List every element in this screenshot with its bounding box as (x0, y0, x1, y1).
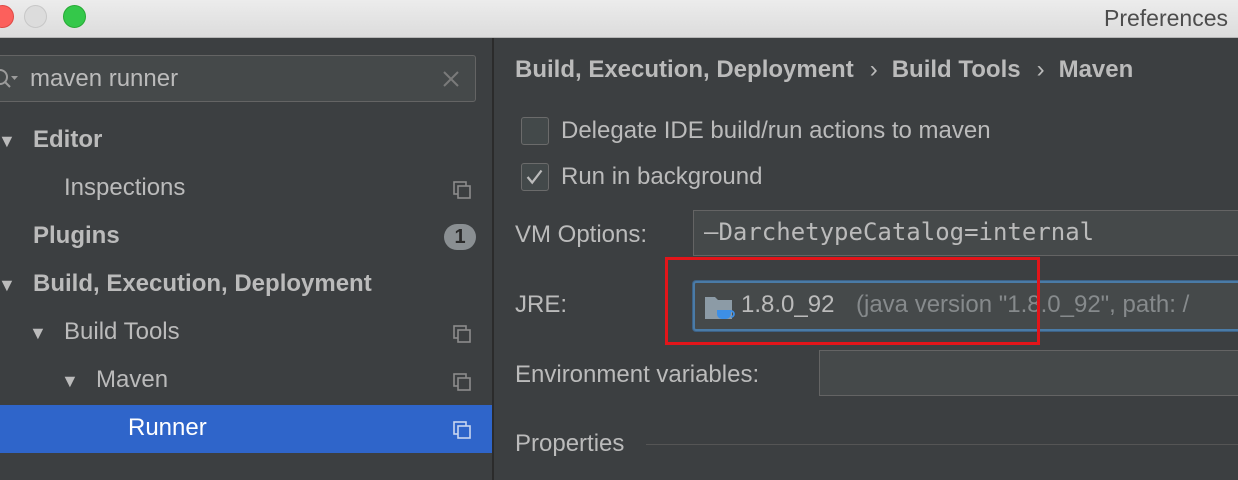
search-input[interactable] (30, 63, 425, 95)
jre-label: JRE: (515, 291, 568, 318)
tree-item-label: Build Tools (64, 318, 180, 345)
clear-search-icon[interactable] (441, 69, 461, 89)
tree-item-editor[interactable]: ▼ Editor (0, 117, 492, 165)
expand-arrow-icon[interactable]: ▼ (61, 371, 79, 392)
run-in-background-checkbox[interactable] (521, 163, 549, 191)
environment-variables-field[interactable] (819, 350, 1238, 396)
expand-arrow-icon[interactable]: ▼ (0, 275, 16, 296)
breadcrumb-item: Build Tools (891, 56, 1021, 83)
tree-item-label: Runner (128, 414, 207, 441)
tree-item-runner[interactable]: Runner (0, 405, 492, 453)
tree-item-label: Editor (33, 126, 103, 153)
tree-item-label: Build, Execution, Deployment (33, 270, 372, 297)
zoom-window-button[interactable] (63, 5, 86, 28)
jre-selected-value: 1.8.0_92 (741, 291, 835, 318)
tree-item-maven[interactable]: ▼ Maven (0, 357, 492, 405)
vm-options-field[interactable]: –DarchetypeCatalog=internal (693, 210, 1238, 256)
run-in-background-label[interactable]: Run in background (561, 163, 762, 191)
breadcrumb-item: Maven (1058, 56, 1134, 83)
project-settings-icon (453, 325, 471, 343)
breadcrumb-item: Build, Execution, Deployment (515, 56, 854, 83)
search-icon[interactable] (0, 67, 19, 91)
tree-item-plugins[interactable]: Plugins 1 (0, 213, 492, 261)
settings-search-box[interactable] (0, 55, 476, 102)
project-settings-icon (453, 181, 471, 199)
tree-item-label: Maven (96, 366, 169, 393)
breadcrumb: Build, Execution, Deployment › Build Tools… (515, 56, 1133, 84)
breadcrumb-separator-icon: › (869, 56, 878, 83)
vm-options-label: VM Options: (515, 221, 648, 248)
jre-version-detail: (java version "1.8.0_92", path: / (856, 291, 1190, 318)
tree-item-inspections[interactable]: Inspections (0, 165, 492, 213)
properties-section-title: Properties (515, 430, 625, 457)
close-window-button[interactable] (0, 5, 14, 28)
checkmark-icon (526, 169, 543, 185)
tree-item-label: Plugins (33, 222, 120, 249)
jre-select[interactable]: 1.8.0_92 (java version "1.8.0_92", path:… (693, 281, 1238, 331)
expand-arrow-icon[interactable]: ▼ (0, 131, 16, 152)
window-title: Preferences (1104, 5, 1229, 31)
tree-item-label: Inspections (64, 174, 186, 201)
plugins-update-badge: 1 (444, 224, 476, 250)
project-settings-icon (453, 421, 471, 439)
tree-item-build-execution-deployment[interactable]: ▼ Build, Execution, Deployment (0, 261, 492, 309)
title-bar: Preferences (0, 0, 1238, 38)
expand-arrow-icon[interactable]: ▼ (29, 323, 47, 344)
delegate-build-label[interactable]: Delegate IDE build/run actions to maven (561, 117, 991, 145)
settings-content-panel: Build, Execution, Deployment › Build Tools… (494, 38, 1238, 480)
delegate-build-checkbox[interactable] (521, 117, 549, 145)
minimize-window-button[interactable] (24, 5, 47, 28)
jdk-folder-icon (705, 297, 735, 319)
settings-sidebar: ▼ Editor Inspections Plugins 1 ▼ Build, … (0, 38, 492, 480)
section-divider (646, 444, 1238, 445)
environment-variables-label: Environment variables: (515, 361, 760, 388)
project-settings-icon (453, 373, 471, 391)
breadcrumb-separator-icon: › (1036, 56, 1045, 83)
tree-item-build-tools[interactable]: ▼ Build Tools (0, 309, 492, 357)
